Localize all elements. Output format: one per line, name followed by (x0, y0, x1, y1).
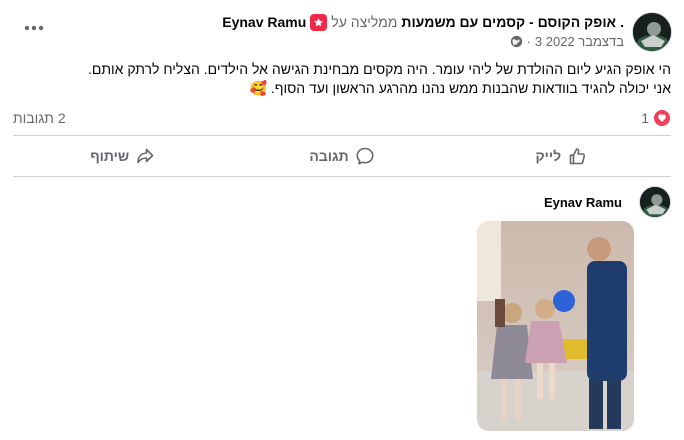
post-date[interactable]: 3 בדצמבר 2022 (535, 34, 624, 49)
comment-author-name[interactable]: Eynav Ramu (544, 195, 622, 210)
comment-author-avatar[interactable] (639, 186, 671, 218)
more-dots-icon[interactable] (22, 18, 46, 38)
post-header: Eynav Ramu ממליצה על אופק הקוסם - קסמים … (222, 13, 624, 31)
post-meta: 3 בדצמבר 2022 · (510, 34, 624, 49)
divider-top (13, 135, 671, 136)
like-button[interactable]: לייק (452, 140, 671, 172)
divider-bottom (13, 176, 671, 177)
post-text-line-1: הי אופק הגיע ליום ההולדת של ליהי עומר. ה… (87, 61, 671, 77)
reactions-count: 1 (641, 110, 649, 126)
share-arrow-icon (137, 148, 154, 164)
page-name-link[interactable]: אופק הקוסם - קסמים עם משמעות (401, 14, 616, 30)
action-bar: לייק תגובה שיתוף (13, 140, 671, 172)
share-label: שיתוף (90, 148, 130, 164)
thumbs-up-icon (569, 148, 586, 165)
recommends-text: ממליצה על (331, 14, 398, 30)
meta-separator: · (526, 34, 531, 49)
comment-photo[interactable] (477, 221, 634, 431)
recommend-badge-icon (310, 13, 328, 31)
comment-button[interactable]: תגובה (232, 140, 451, 172)
globe-icon (510, 35, 522, 48)
post-text-line-2: אני יכולה להגיד בוודאות שהבנות ממש נהנו … (31, 79, 672, 98)
comments-count[interactable]: 2 תגובות (13, 110, 66, 126)
comment-label: תגובה (309, 148, 349, 164)
post-stats: 2 תגובות 1 (13, 106, 671, 130)
share-button[interactable]: שיתוף (13, 140, 232, 172)
reactions-summary[interactable]: 1 (641, 109, 671, 127)
smiling-hearts-emoji: 🥰 (249, 80, 267, 96)
author-name[interactable]: Eynav Ramu (222, 14, 306, 30)
heart-reaction-icon (653, 109, 671, 127)
author-avatar[interactable] (632, 12, 672, 52)
comment-bubble-icon (356, 147, 374, 165)
post-body: הי אופק הגיע ליום ההולדת של ליהי עומר. ה… (31, 60, 671, 98)
post-text-line-2-content: אני יכולה להגיד בוודאות שהבנות ממש נהנו … (270, 80, 671, 96)
header-period: . (620, 14, 624, 30)
like-label: לייק (535, 148, 562, 164)
